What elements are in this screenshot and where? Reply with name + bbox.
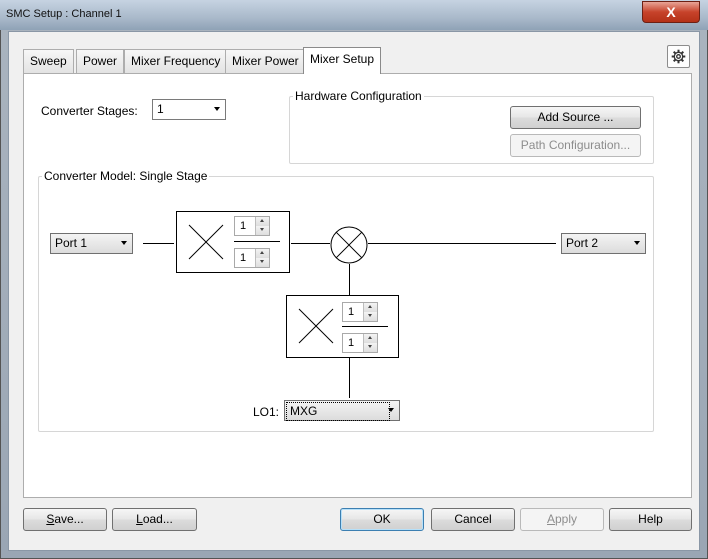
multiplier-x-icon	[188, 224, 224, 260]
button-label: Help	[638, 512, 663, 526]
lo1-label: LO1:	[253, 405, 280, 419]
button-label: ave...	[54, 512, 84, 526]
add-source-button[interactable]: Add Source ...	[510, 106, 641, 129]
tab-label: Mixer Power	[232, 54, 299, 68]
tab-label: Mixer Setup	[310, 52, 375, 66]
button-label: Cancel	[454, 512, 492, 526]
tab-sweep[interactable]: Sweep	[23, 49, 74, 73]
signal-line	[368, 243, 556, 244]
cancel-button[interactable]: Cancel	[431, 508, 515, 531]
button-label: Add Source ...	[537, 110, 614, 124]
gear-icon	[671, 49, 686, 64]
ok-button[interactable]: OK	[340, 508, 424, 531]
tab-label: Mixer Frequency	[131, 54, 221, 68]
tab-power[interactable]: Power	[76, 49, 125, 73]
rf-multiplier-numerator[interactable]: 1	[234, 216, 270, 236]
spin-down-icon[interactable]	[363, 343, 377, 352]
fraction-bar	[342, 326, 388, 327]
spin-value: 1	[240, 252, 247, 264]
tab-mixer-power[interactable]: Mixer Power	[225, 49, 306, 73]
spin-value: 1	[240, 220, 247, 232]
button-accelerator: A	[546, 512, 555, 526]
tab-mixer-setup[interactable]: Mixer Setup	[303, 47, 382, 74]
chevron-down-icon	[214, 107, 220, 111]
lo-multiplier-denominator[interactable]: 1	[342, 333, 378, 353]
converter-stages-select[interactable]: 1	[152, 99, 226, 120]
chevron-down-icon	[121, 241, 127, 245]
spin-down-icon[interactable]	[255, 226, 269, 235]
chevron-down-icon	[388, 408, 394, 412]
chevron-down-icon	[634, 241, 640, 245]
button-label: pply	[555, 512, 578, 526]
tab-label: Power	[83, 54, 118, 68]
close-button[interactable]: X	[642, 1, 700, 23]
tab-mixer-frequency[interactable]: Mixer Frequency	[124, 49, 228, 73]
spin-value: 1	[348, 306, 355, 318]
lo1-selected-value: MXG	[286, 402, 390, 421]
load-button[interactable]: Load...	[112, 508, 197, 531]
port1-select[interactable]: Port 1	[50, 233, 133, 254]
converter-model-title: Converter Model: Single Stage	[42, 169, 210, 183]
button-label: OK	[373, 512, 391, 526]
rf-multiplier-denominator[interactable]: 1	[234, 248, 270, 268]
mixer-icon	[330, 226, 368, 264]
path-configuration-button[interactable]: Path Configuration...	[510, 134, 641, 157]
lo-multiplier-numerator[interactable]: 1	[342, 302, 378, 322]
save-button[interactable]: Save...	[23, 508, 107, 531]
spin-value: 1	[348, 337, 355, 349]
button-label: Path Configuration...	[520, 138, 631, 152]
help-button[interactable]: Help	[609, 508, 692, 531]
signal-line	[143, 243, 174, 244]
multiplier-x-icon	[298, 308, 334, 344]
converter-stages-label: Converter Stages:	[41, 104, 138, 118]
fraction-bar	[234, 241, 280, 242]
signal-line	[291, 243, 330, 244]
spin-down-icon[interactable]	[255, 258, 269, 267]
button-accelerator: L	[136, 512, 143, 526]
lo-signal-line	[349, 358, 350, 398]
title-bar[interactable]: SMC Setup : Channel 1	[0, 0, 708, 30]
port2-select[interactable]: Port 2	[561, 233, 646, 254]
apply-button[interactable]: Apply	[520, 508, 604, 531]
spin-down-icon[interactable]	[363, 312, 377, 321]
port1-value: Port 1	[55, 236, 88, 250]
settings-button[interactable]	[667, 45, 690, 68]
window-title: SMC Setup : Channel 1	[6, 8, 122, 20]
lo1-select[interactable]: MXG	[284, 400, 400, 421]
lo-signal-line	[349, 264, 350, 295]
hardware-configuration-title: Hardware Configuration	[293, 89, 424, 103]
tab-label: Sweep	[30, 54, 67, 68]
button-label: oad...	[142, 512, 173, 526]
close-icon: X	[666, 4, 676, 20]
converter-stages-value: 1	[157, 102, 164, 116]
port2-value: Port 2	[566, 236, 599, 250]
